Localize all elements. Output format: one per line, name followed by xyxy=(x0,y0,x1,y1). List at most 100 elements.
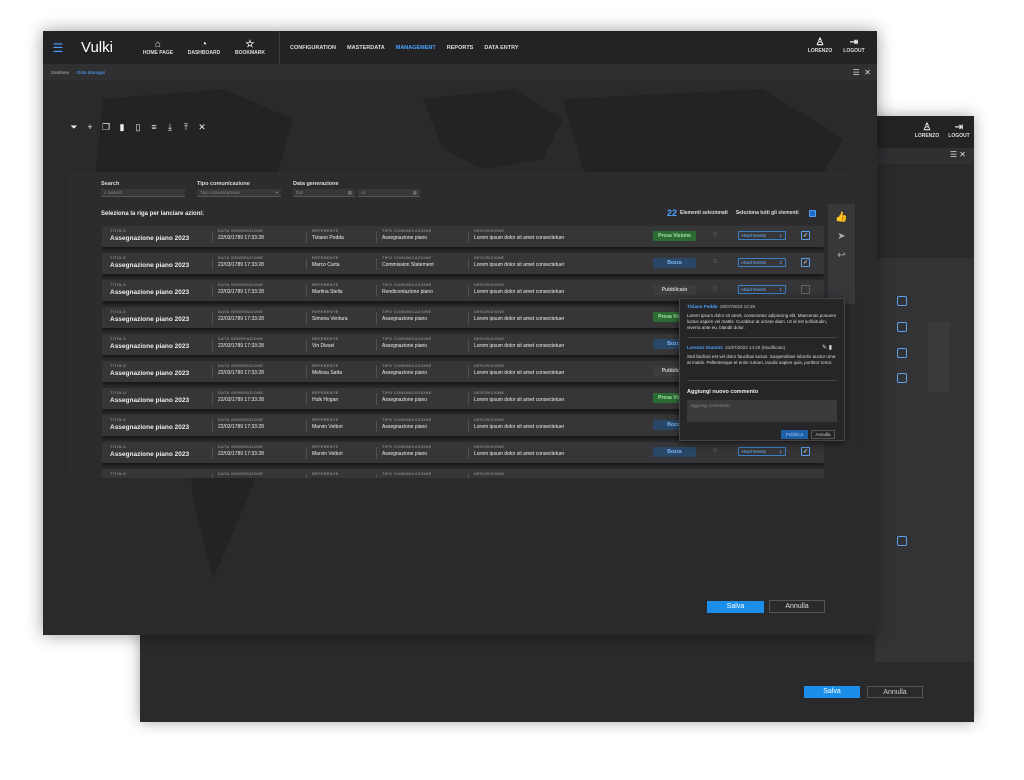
status-badge[interactable]: Pubblicato xyxy=(653,285,696,295)
cell-titolo: TITOLO Assegnazione piano 2023 xyxy=(110,337,189,350)
status-badge[interactable]: Bozza xyxy=(653,447,696,457)
download-icon[interactable]: ⤓ xyxy=(162,122,178,133)
column-divider xyxy=(306,366,307,378)
column-label: DATA GENERAZIONE xyxy=(218,391,264,395)
table-row[interactable]: TITOLO Assegnazione piano 2023 DATA GENERA… xyxy=(102,442,824,463)
menu-data-entry[interactable]: DATA ENTRY xyxy=(484,45,518,51)
back-cancel-button[interactable]: Annulla xyxy=(867,686,923,698)
column-label: TIPO COMUNICAZIONE xyxy=(382,364,432,368)
logout-button[interactable]: ⇥ LOGOUT xyxy=(837,37,871,54)
attachments-button[interactable]: Attachments1 xyxy=(738,231,786,240)
column-label: TIPO COMUNICAZIONE xyxy=(382,418,432,422)
cell-descrizione: DESCRIZIONE Lorem ipsum dolor sit amet co… xyxy=(474,256,564,268)
thumbs-up-icon[interactable]: 👍 xyxy=(828,212,855,223)
attachments-button[interactable]: Attachments 2 xyxy=(738,258,786,267)
back-close-icon[interactable]: ☰ ✕ xyxy=(950,150,966,159)
cancel-comment-button[interactable]: Annulla xyxy=(811,430,835,439)
column-divider xyxy=(306,312,307,324)
delete-icon[interactable]: ▮ xyxy=(114,122,130,133)
save-button[interactable]: Salva xyxy=(707,601,764,613)
table-row[interactable]: TITOLO Assegnazione piano 2023 DATA GENERA… xyxy=(102,226,824,247)
back-logout-button[interactable]: ⇥ LOGOUT xyxy=(942,122,974,139)
column-label: DATA GENERAZIONE xyxy=(218,445,264,449)
back-check[interactable] xyxy=(897,322,907,332)
comment-textarea[interactable]: Aggiungi commento xyxy=(687,400,837,422)
comment-icon[interactable]: ◌ xyxy=(713,447,717,454)
settings-close-icons[interactable]: ☰ ✕ xyxy=(853,68,871,77)
cell-tipo: TIPO COMUNICAZIONE Assegnazione piano xyxy=(382,364,432,376)
breadcrumb-item[interactable]: Gestione xyxy=(51,70,69,75)
column-divider xyxy=(376,474,377,478)
comment-icon[interactable]: ◌ xyxy=(713,231,717,238)
back-user-button[interactable]: ♙ LORENZO xyxy=(910,122,944,139)
cell-value: Assegnazione piano xyxy=(382,397,428,403)
back-check[interactable] xyxy=(897,348,907,358)
column-label: DATA GENERAZIONE xyxy=(218,472,264,476)
table-row[interactable]: TITOLOTITOLO DATA GENERAZIONE REFERENTE TIP… xyxy=(102,469,824,478)
sliders-icon[interactable]: ≡ xyxy=(146,122,162,133)
filter-icon[interactable]: ⏷ xyxy=(66,122,82,133)
column-divider xyxy=(212,258,213,270)
column-label: DESCRIZIONE xyxy=(474,337,505,341)
menu-configuration[interactable]: CONFIGURATION xyxy=(290,45,336,51)
column-label: REFERENTE xyxy=(312,283,339,287)
column-divider xyxy=(306,258,307,270)
back-check[interactable] xyxy=(897,536,907,546)
column-label: DATA GENERAZIONE xyxy=(218,310,264,314)
search-input[interactable]: ⌕ Search xyxy=(101,189,185,197)
tipo-select[interactable]: Tipo comunicazione ▾ xyxy=(197,189,281,197)
menu-management[interactable]: MANAGEMENT xyxy=(396,45,436,51)
comment-icon[interactable]: ◌ xyxy=(713,258,717,265)
attachments-button[interactable]: Attachments1 xyxy=(738,447,786,456)
file-icon[interactable]: ▯ xyxy=(130,122,146,133)
status-badge[interactable]: Presa Visione xyxy=(653,231,696,241)
cell-referente: REFERENTE Hulk Hogan xyxy=(312,391,339,403)
hamburger-menu-icon[interactable]: ☰ xyxy=(43,41,73,55)
status-badge[interactable]: Bozza xyxy=(653,258,696,268)
back-check[interactable] xyxy=(897,296,907,306)
table-row[interactable]: TITOLO Assegnazione piano 2023 DATA GENERA… xyxy=(102,253,824,274)
edit-delete-icons[interactable]: ✎ ▮ xyxy=(822,344,832,351)
column-divider xyxy=(376,393,377,405)
user-button[interactable]: ♙ LORENZO xyxy=(803,37,837,54)
add-icon[interactable]: + xyxy=(82,122,98,133)
date-from-input[interactable]: Dal ▦ xyxy=(293,189,355,197)
cell-value: Assegnazione piano 2023 xyxy=(110,289,190,296)
row-checkbox[interactable]: ✓ xyxy=(801,231,810,240)
publish-button[interactable]: Pubblica xyxy=(781,430,808,439)
cell-value: Lorem ipsum dolor sit amet consectetuer xyxy=(474,397,565,403)
return-icon[interactable]: ↩ xyxy=(828,250,855,261)
cell-value: Assegnazione piano xyxy=(382,316,428,322)
back-save-button[interactable]: Salva xyxy=(804,686,860,698)
cell-tipo: TIPO COMUNICAZIONE Assegnazione piano xyxy=(382,418,432,430)
back-check[interactable] xyxy=(897,373,907,383)
column-label: REFERENTE xyxy=(312,229,339,233)
select-all-checkbox[interactable] xyxy=(808,209,816,217)
menu-masterdata[interactable]: MASTERDATA xyxy=(347,45,385,51)
column-label: TIPO COMUNICAZIONE xyxy=(382,391,432,395)
cell-value: Lorem ipsum dolor sit amet consectetuer xyxy=(474,316,565,322)
row-checkbox[interactable]: ✓ xyxy=(801,447,810,456)
send-icon[interactable]: ➤ xyxy=(828,231,855,242)
cell-value: Lorem ipsum dolor sit amet consectetuer xyxy=(474,235,565,241)
nav-home[interactable]: ⌂ HOME PAGE xyxy=(135,39,181,56)
close-icon[interactable]: ✕ xyxy=(194,122,210,133)
cell-titolo: TITOLO Assegnazione piano 2023 xyxy=(110,418,189,431)
nav-bookmark[interactable]: ☆ BOOKMARK xyxy=(227,39,273,56)
upload-icon[interactable]: ⤒ xyxy=(178,122,194,133)
column-divider xyxy=(468,312,469,324)
nav-dashboard[interactable]: ◔ DASHBOARD xyxy=(181,39,227,56)
attachments-button[interactable]: Attachments1 xyxy=(738,285,786,294)
column-label: DESCRIZIONE xyxy=(474,391,505,395)
cancel-button[interactable]: Annulla xyxy=(769,600,825,613)
date-to-input[interactable]: Al ▦ xyxy=(358,189,420,197)
column-divider xyxy=(376,447,377,459)
row-checkbox[interactable]: ✓ xyxy=(801,258,810,267)
comment-icon[interactable]: ◌ xyxy=(713,285,717,292)
cell-descrizione: DESCRIZIONE Lorem ipsum dolor sit amet co… xyxy=(474,418,564,430)
copy-icon[interactable]: ❐ xyxy=(98,122,114,133)
cell-value: Assegnazione piano xyxy=(382,370,428,376)
menu-reports[interactable]: REPORTS xyxy=(447,45,474,51)
column-divider xyxy=(212,447,213,459)
row-checkbox[interactable] xyxy=(801,285,810,294)
